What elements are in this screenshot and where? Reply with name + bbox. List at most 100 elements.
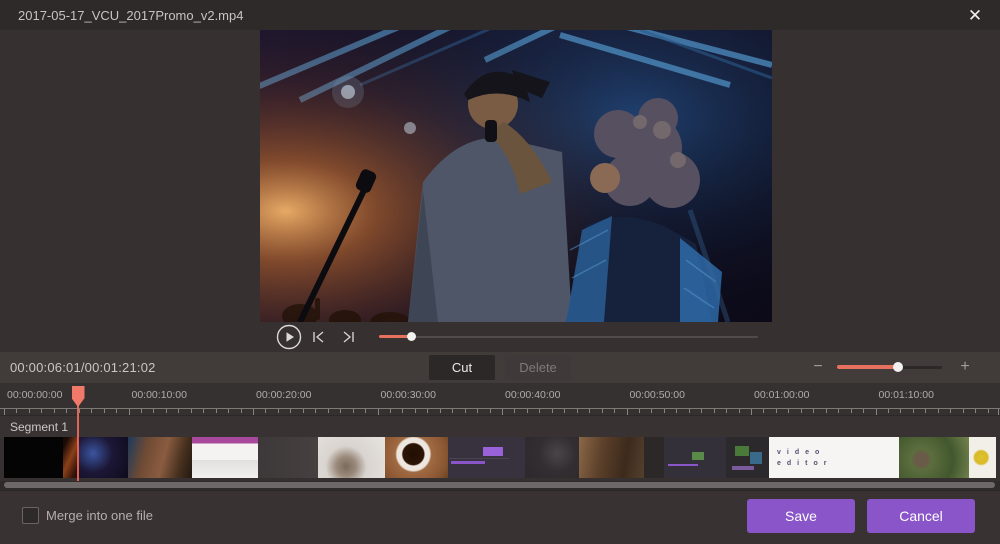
filmstrip-thumbnail-dark-grey-frame[interactable] [258, 437, 318, 478]
ruler-tick [415, 409, 416, 413]
seek-thumb[interactable] [407, 332, 416, 341]
ruler-time-label: 00:01:00:00 [754, 389, 809, 401]
ruler-tick [813, 409, 814, 413]
ruler-tick [676, 409, 677, 413]
zoom-thumb[interactable] [893, 362, 903, 372]
merge-checkbox[interactable] [22, 507, 39, 524]
filmstrip-track[interactable]: video editor [4, 437, 996, 478]
filmstrip-thumbnail-dark-ui-progress[interactable] [448, 437, 525, 478]
ruler-tick [514, 409, 515, 413]
ruler-tick [938, 409, 939, 413]
filmstrip-thumbnail-vr-headset-man[interactable] [318, 437, 385, 478]
segment-label: Segment 1 [10, 420, 68, 434]
timeline-ruler[interactable]: 00:00:00:0000:00:10:0000:00:20:0000:00:3… [0, 383, 1000, 415]
ruler-time-label: 00:00:30:00 [381, 389, 436, 401]
filmstrip-thumbnail-concert-warm[interactable] [63, 437, 78, 478]
ruler-time-label: 00:00:00:00 [7, 389, 62, 401]
filmstrip-thumbnail-editor-thumbnails-ui[interactable] [726, 437, 769, 478]
ruler-tick [91, 409, 92, 413]
ruler-tick [838, 409, 839, 413]
video-preview[interactable] [260, 30, 772, 322]
filmstrip-thumbnail-outdoor-couple[interactable] [899, 437, 969, 478]
filmstrip-thumbnail-meeting-room[interactable] [579, 437, 644, 478]
ruler-tick [913, 409, 914, 413]
ruler-tick [527, 409, 528, 413]
merge-label[interactable]: Merge into one file [46, 508, 153, 523]
ruler-tick [153, 409, 154, 413]
scrollbar-thumb[interactable] [4, 482, 995, 488]
ruler-tick [950, 409, 951, 413]
zoom-fill [837, 365, 898, 369]
play-icon[interactable] [276, 324, 302, 350]
ruler-tick [589, 409, 590, 413]
seek-slider[interactable] [379, 335, 758, 339]
ruler-tick [353, 409, 354, 413]
segment-row: Segment 1 [0, 415, 1000, 438]
ruler-tick [490, 409, 491, 413]
ruler-tick [41, 409, 42, 413]
seek-track [379, 336, 758, 338]
ruler-tick [402, 409, 403, 413]
filmstrip-thumbnail-dark-gap[interactable] [644, 437, 664, 478]
thumbnail-text: video editor [769, 437, 899, 469]
ruler-tick [16, 409, 17, 413]
ruler-tick [440, 409, 441, 413]
ruler-tick [66, 409, 67, 413]
timeline-zoom-slider[interactable] [837, 365, 942, 369]
time-display: 00:00:06:01/00:01:21:02 [10, 360, 156, 375]
ruler-tick [826, 409, 827, 413]
ruler-tick [552, 409, 553, 413]
ruler-tick [788, 409, 789, 413]
ruler-tick [539, 409, 540, 413]
ruler-tick [900, 409, 901, 413]
ruler-tick [863, 409, 864, 413]
footer-bar: Merge into one file Save Cancel [0, 490, 1000, 544]
ruler-tick [988, 409, 989, 413]
ruler-tick [452, 409, 453, 413]
cut-button[interactable]: Cut [429, 355, 495, 380]
filmstrip-thumbnail-text-animation-white[interactable]: video editor [769, 437, 899, 478]
close-icon[interactable]: ✕ [962, 3, 988, 29]
title-bar: 2017-05-17_VCU_2017Promo_v2.mp4 ✕ [0, 0, 1000, 30]
zoom-in-icon[interactable]: + [955, 356, 975, 378]
ruler-tick [963, 409, 964, 413]
playhead-line [77, 404, 79, 481]
filmstrip-thumbnail-concert-blue[interactable] [78, 437, 128, 478]
skip-to-start-icon[interactable] [310, 328, 328, 346]
filmstrip-thumbnail-coffee-cup[interactable] [385, 437, 448, 478]
ruler-tick [191, 409, 192, 413]
ruler-tick [925, 409, 926, 413]
ruler-tick [651, 409, 652, 413]
ruler-tick [851, 409, 852, 413]
ruler-tick [104, 409, 105, 413]
ruler-tick [216, 409, 217, 413]
delete-button[interactable]: Delete [505, 355, 571, 380]
ruler-time-label: 00:00:50:00 [630, 389, 685, 401]
zoom-out-icon[interactable]: − [808, 356, 828, 378]
ruler-tick [427, 409, 428, 413]
save-button[interactable]: Save [747, 499, 855, 533]
ruler-tick [726, 409, 727, 413]
ruler-tick [739, 409, 740, 413]
ruler-tick [228, 409, 229, 413]
ruler-tick [178, 409, 179, 413]
ruler-time-label: 00:00:10:00 [132, 389, 187, 401]
skip-to-end-icon[interactable] [339, 328, 357, 346]
file-title: 2017-05-17_VCU_2017Promo_v2.mp4 [18, 8, 243, 23]
ruler-tick [315, 409, 316, 413]
ruler-tick [888, 409, 889, 413]
ruler-tick [29, 409, 30, 413]
filmstrip-thumbnail-black-frame[interactable] [4, 437, 63, 478]
filmstrip-thumbnail-editor-timeline-ui[interactable] [664, 437, 726, 478]
ruler-tick [714, 409, 715, 413]
trim-dialog: 2017-05-17_VCU_2017Promo_v2.mp4 ✕ [0, 0, 1000, 544]
timeline-scrollbar [0, 481, 1000, 490]
filmstrip-thumbnail-white-app-ui[interactable] [192, 437, 258, 478]
filmstrip-thumbnail-white-logo-frame[interactable] [969, 437, 996, 478]
ruler-tick [241, 409, 242, 413]
cancel-button[interactable]: Cancel [867, 499, 975, 533]
filmstrip-thumbnail-office-desk[interactable] [128, 437, 192, 478]
filmstrip-thumbnail-dim-frame[interactable] [525, 437, 579, 478]
ruler-tick [116, 409, 117, 413]
ruler-tick [303, 409, 304, 413]
